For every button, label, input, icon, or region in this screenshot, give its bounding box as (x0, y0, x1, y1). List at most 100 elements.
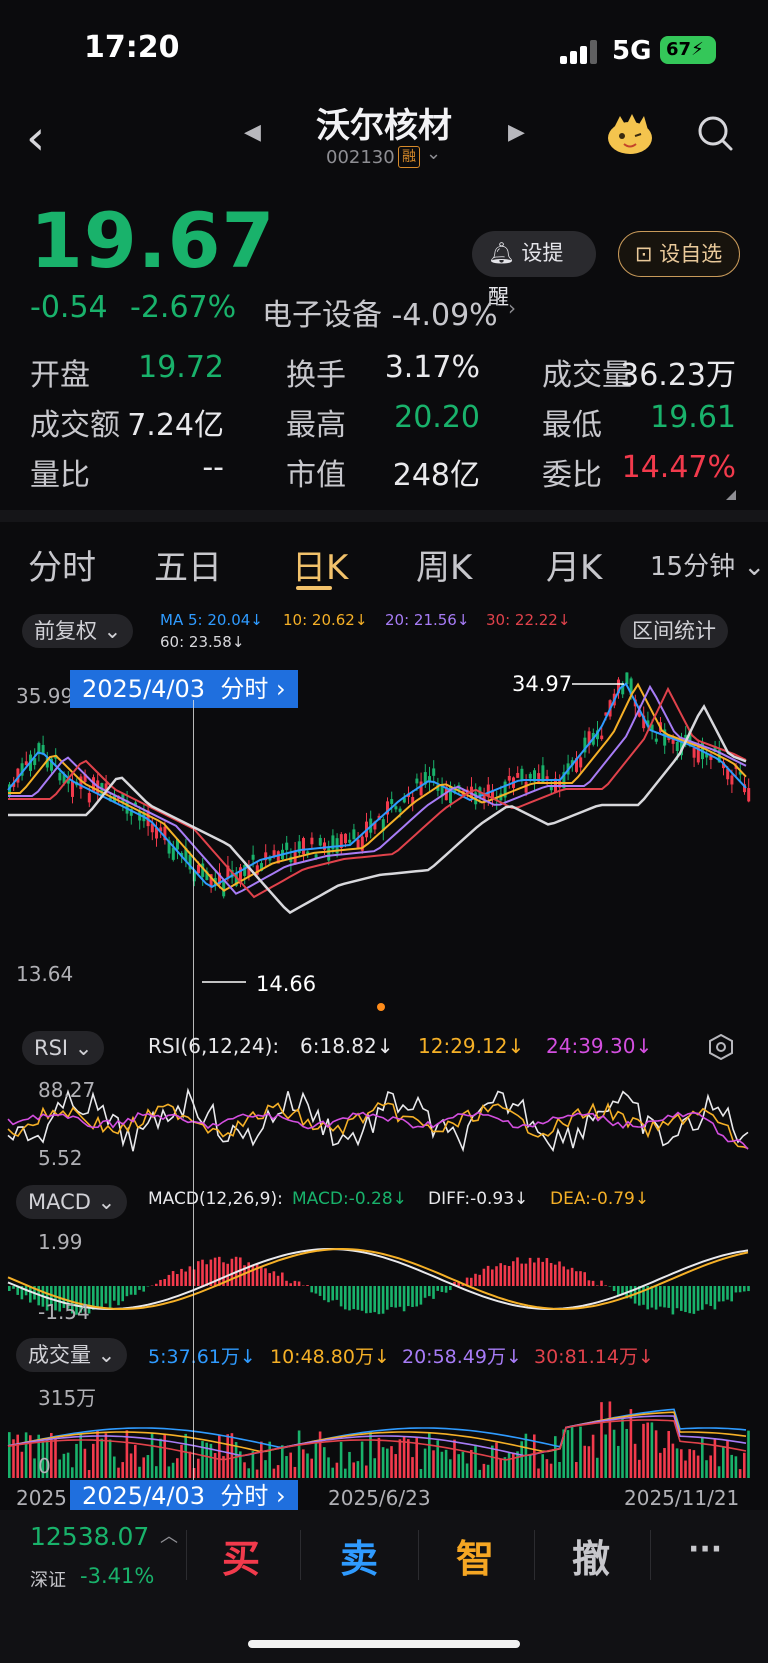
expand-corner-icon[interactable] (726, 490, 736, 500)
volume-bar (516, 1451, 519, 1478)
volume-bar (621, 1416, 624, 1478)
macd-dropdown[interactable]: MACD ⌄ (16, 1185, 128, 1219)
macd-bar (722, 1286, 725, 1302)
volume-bar (213, 1453, 217, 1478)
macd-bar (423, 1286, 427, 1298)
macd-bar (503, 1265, 507, 1286)
chevron-right-icon[interactable]: › (508, 296, 516, 320)
more-icon[interactable]: ··· (688, 1532, 722, 1567)
crosshair-date-badge-bottom[interactable]: 2025/4/03 分时 › (70, 1480, 298, 1512)
stat-label: 最低 (542, 408, 602, 443)
volume-bar (604, 1434, 607, 1478)
tab-daily-k[interactable]: 日K (292, 540, 348, 589)
index-value[interactable]: 12538.07 (30, 1522, 149, 1551)
macd-bar (188, 1266, 192, 1286)
volume-bar (486, 1464, 490, 1478)
cancel-order-button[interactable]: 撤 (572, 1528, 610, 1583)
range-stats-button[interactable]: 区间统计 (620, 614, 728, 648)
crosshair-date-badge[interactable]: 2025/4/03 分时 › (70, 670, 298, 708)
sell-button[interactable]: 卖 (340, 1528, 378, 1583)
volume-bar (251, 1451, 255, 1478)
chevron-up-icon[interactable]: ︿ (160, 1522, 178, 1548)
candlestick (516, 772, 520, 778)
volume-bar (281, 1445, 284, 1478)
macd-bar (743, 1286, 746, 1292)
next-stock-icon[interactable]: ▶ (508, 120, 525, 145)
chevron-down-icon[interactable]: ⌄ (426, 143, 441, 164)
volume-bar (83, 1448, 87, 1478)
macd-bar (293, 1280, 297, 1286)
candlestick (390, 799, 394, 804)
sector-link[interactable]: 电子设备 -4.09% (262, 290, 498, 334)
macd-bar (688, 1286, 691, 1314)
candlestick (348, 839, 352, 843)
set-alert-button[interactable]: 🔔︎ 设提醒 (472, 231, 596, 309)
volume-bar (440, 1451, 444, 1478)
macd-bar (205, 1264, 208, 1286)
settings-icon[interactable] (708, 1034, 734, 1060)
volume-bar (419, 1468, 423, 1478)
volume-bar (243, 1462, 246, 1478)
stat-label: 最高 (286, 408, 346, 443)
adjust-dropdown[interactable]: 前复权 ⌄ (22, 614, 134, 648)
macd-bar (499, 1263, 502, 1286)
macd-bar (663, 1286, 666, 1308)
volume-ma5: 5:37.61万↓ (148, 1346, 256, 1368)
search-icon[interactable] (696, 114, 734, 152)
stat-value: 3.17% (384, 350, 480, 385)
volume-bar (33, 1458, 36, 1478)
candlestick (398, 808, 402, 812)
volume-bar (62, 1453, 66, 1478)
moving-average-line (8, 704, 747, 915)
tab-weekly-k[interactable]: 周K (416, 540, 472, 589)
macd-y-low: -1.54 (38, 1300, 90, 1324)
volume-bar (272, 1468, 276, 1478)
stat-label: 委比 (542, 458, 602, 493)
candlestick (675, 741, 679, 752)
mascot-icon[interactable] (604, 112, 656, 156)
volume-bar (411, 1457, 414, 1478)
macd-bar (558, 1261, 561, 1286)
macd-bar (583, 1272, 586, 1286)
buy-button[interactable]: 买 (222, 1528, 260, 1583)
add-watchlist-button[interactable]: ⊡ 设自选 (618, 231, 740, 277)
volume-bar (146, 1455, 150, 1478)
volume-bar (20, 1451, 24, 1478)
stat-label: 换手 (286, 358, 346, 393)
bell-icon: 🔔︎ (488, 241, 515, 265)
macd-bar (566, 1269, 570, 1286)
volume-bar (444, 1449, 448, 1478)
macd-bar (104, 1286, 108, 1304)
stat-label: 量比 (30, 458, 90, 493)
volume-bar (398, 1439, 402, 1478)
tab-minute-dropdown[interactable]: 15分钟 ⌄ (650, 546, 765, 583)
macd-bar (159, 1279, 162, 1286)
battery-level: 67 (666, 39, 692, 60)
macd-bar (411, 1286, 414, 1307)
macd-chart (7, 1248, 750, 1315)
macd-diff: DIFF:-0.93↓ (428, 1189, 529, 1209)
candlestick (419, 781, 423, 796)
volume-ma30: 30:81.14万↓ (534, 1346, 654, 1368)
tab-five-day[interactable]: 五日 (154, 540, 222, 589)
volume-bar (692, 1450, 696, 1478)
macd-bar (596, 1285, 599, 1286)
rsi-dropdown[interactable]: RSI ⌄ (22, 1031, 105, 1065)
tab-monthly-k[interactable]: 月K (546, 540, 602, 589)
tab-intraday[interactable]: 分时 (28, 540, 96, 589)
candlestick (41, 744, 45, 753)
volume-dropdown[interactable]: 成交量 ⌄ (16, 1338, 128, 1372)
volume-bar (394, 1454, 397, 1478)
volume-bar (596, 1457, 599, 1478)
stat-value: 20.20 (394, 400, 480, 435)
smart-button[interactable]: 智 (456, 1528, 494, 1583)
macd-bar (108, 1286, 112, 1310)
volume-bar (537, 1468, 540, 1478)
macd-bar (738, 1286, 742, 1293)
macd-bar (545, 1258, 549, 1286)
index-change: -3.41% (80, 1564, 155, 1588)
stat-value: 7.24亿 (127, 408, 224, 443)
kline-y-low: 13.64 (16, 962, 74, 986)
candlestick (747, 788, 751, 802)
macd-bar (579, 1271, 582, 1286)
